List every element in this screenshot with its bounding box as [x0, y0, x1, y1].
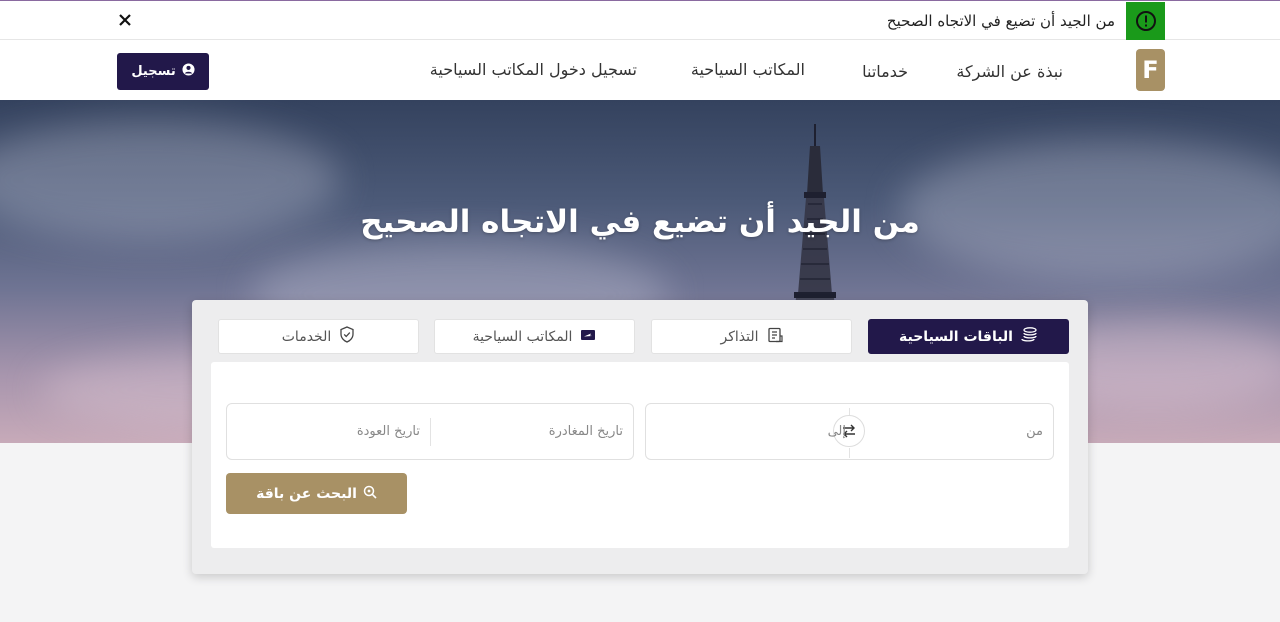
to-input[interactable]	[656, 404, 856, 459]
ticket-icon	[767, 327, 783, 347]
hero-title: من الجيد أن تضيع في الاتجاه الصحيح	[360, 204, 920, 240]
tab-services[interactable]: الخدمات	[218, 319, 419, 354]
register-button[interactable]: تسجيل	[117, 53, 209, 90]
navbar: F نبذة عن الشركة خدماتنا المكاتب السياحي…	[0, 40, 1280, 100]
logo[interactable]: F	[1136, 49, 1165, 91]
exclamation-circle-icon	[1126, 2, 1165, 40]
tab-tour-packages[interactable]: الباقات السياحية	[868, 319, 1069, 354]
departure-date-input[interactable]	[433, 404, 633, 459]
announcement-text: من الجيد أن تضيع في الاتجاه الصحيح	[886, 12, 1115, 30]
nav-link-agencies[interactable]: المكاتب السياحية	[691, 60, 805, 79]
nav-link-about[interactable]: نبذة عن الشركة	[956, 62, 1063, 81]
user-circle-icon	[182, 63, 195, 80]
announcement-bar: من الجيد أن تضيع في الاتجاه الصحيح	[0, 0, 1280, 40]
return-date-input[interactable]	[227, 404, 430, 459]
nav-link-services[interactable]: خدماتنا	[862, 62, 908, 81]
search-package-button[interactable]: البحث عن باقة	[226, 473, 407, 514]
dates-field-group	[226, 403, 634, 460]
tab-tickets-label: التذاكر	[720, 328, 759, 345]
register-label: تسجيل	[131, 64, 176, 79]
nav-link-agency-login[interactable]: تسجيل دخول المكاتب السياحية	[430, 60, 637, 79]
route-field-group	[645, 403, 1054, 460]
tab-services-label: الخدمات	[281, 328, 332, 345]
close-icon[interactable]	[114, 9, 136, 31]
coins-icon	[1021, 327, 1038, 346]
search-form: البحث عن باقة	[211, 362, 1069, 548]
tab-tickets[interactable]: التذاكر	[651, 319, 852, 354]
shield-check-icon	[339, 326, 355, 347]
search-package-label: البحث عن باقة	[256, 485, 357, 502]
tab-tourist-agencies-label: المكاتب السياحية	[472, 328, 573, 345]
search-panel: الباقات السياحية التذاكر المكاتب السياحي…	[192, 300, 1088, 574]
tab-tour-packages-label: الباقات السياحية	[899, 328, 1013, 345]
ticket-plane-icon	[580, 329, 596, 345]
search-icon	[363, 485, 377, 503]
tab-tourist-agencies[interactable]: المكاتب السياحية	[434, 319, 635, 354]
from-input[interactable]	[873, 404, 1053, 459]
